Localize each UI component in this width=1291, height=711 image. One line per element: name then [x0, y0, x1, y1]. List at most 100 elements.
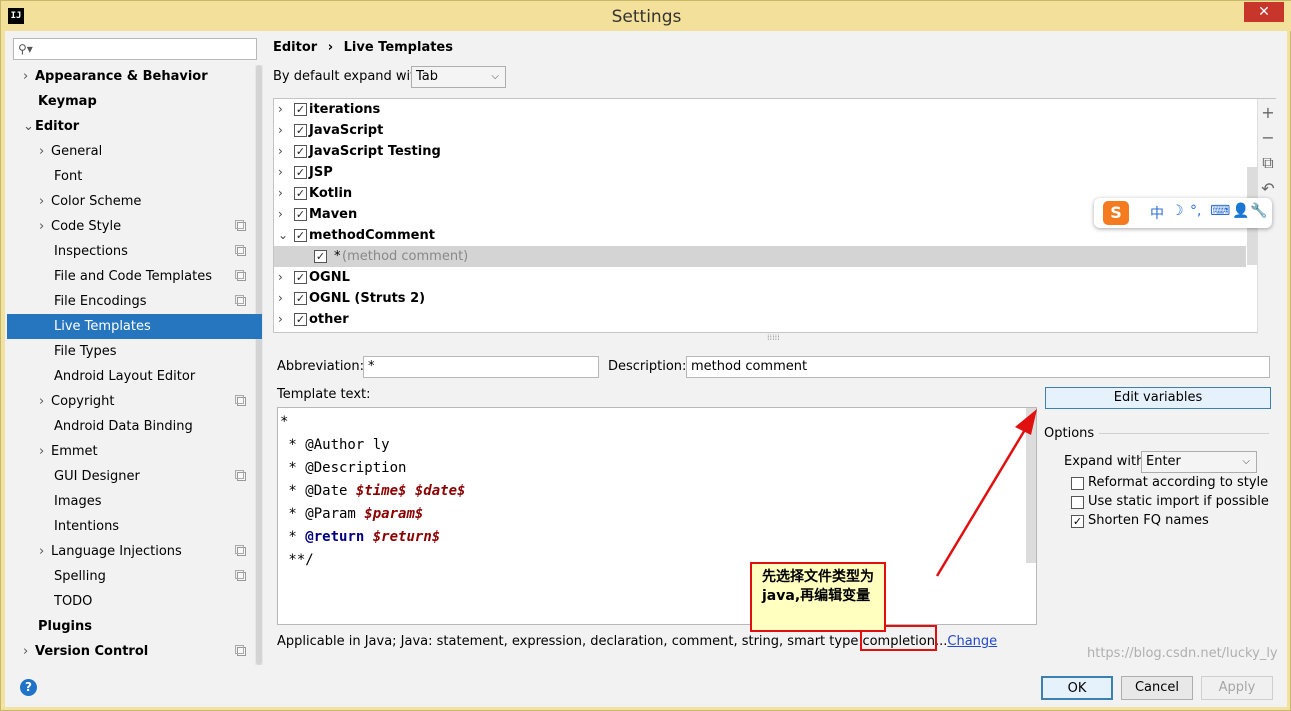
sidebar-item-file-encodings[interactable]: File Encodings: [7, 289, 262, 314]
chevron-right-icon[interactable]: ›: [23, 639, 28, 664]
sidebar-item-file-types[interactable]: File Types: [7, 339, 262, 364]
edit-variables-button[interactable]: Edit variables: [1045, 387, 1271, 409]
apply-button[interactable]: Apply: [1201, 676, 1273, 700]
template-checkbox[interactable]: ✓: [294, 124, 307, 137]
template-group-row[interactable]: › ✓ JavaScript: [274, 120, 1246, 141]
default-expand-value: Tab: [416, 69, 439, 84]
template-checkbox[interactable]: ✓: [294, 145, 307, 158]
sidebar-item-file-and-code-templates[interactable]: File and Code Templates: [7, 264, 262, 289]
template-checkbox[interactable]: ✓: [294, 271, 307, 284]
chevron-right-icon[interactable]: ›: [278, 204, 283, 225]
sidebar-item-spelling[interactable]: Spelling: [7, 564, 262, 589]
chevron-right-icon[interactable]: ›: [39, 189, 44, 214]
project-settings-icon: [235, 270, 246, 281]
template-group-row[interactable]: › ✓ JavaScript Testing: [274, 141, 1246, 162]
restore-icon[interactable]: ↶: [1258, 179, 1278, 198]
sidebar-item-label: File and Code Templates: [54, 269, 212, 284]
sidebar-item-appearance-behavior[interactable]: › Appearance & Behavior: [7, 64, 262, 89]
cancel-button[interactable]: Cancel: [1121, 676, 1193, 700]
sidebar-item-keymap[interactable]: Keymap: [7, 89, 262, 114]
keyboard-icon[interactable]: ⌨: [1210, 203, 1230, 219]
remove-icon[interactable]: −: [1258, 128, 1278, 147]
abbreviation-field[interactable]: *: [363, 356, 599, 378]
sidebar-item-inspections[interactable]: Inspections: [7, 239, 262, 264]
template-checkbox[interactable]: ✓: [314, 250, 327, 263]
sogou-logo-icon[interactable]: S: [1103, 201, 1129, 225]
sidebar-item-code-style[interactable]: › Code Style: [7, 214, 262, 239]
ime-halfwidth-icon[interactable]: ☽: [1171, 203, 1184, 219]
chevron-right-icon[interactable]: ›: [278, 183, 283, 204]
sidebar-item-language-injections[interactable]: › Language Injections: [7, 539, 262, 564]
reformat-checkbox[interactable]: [1071, 477, 1084, 490]
template-group-row[interactable]: ⌄ ✓ methodComment: [274, 225, 1246, 246]
sidebar-item-android-data-binding[interactable]: Android Data Binding: [7, 414, 262, 439]
template-checkbox[interactable]: ✓: [294, 208, 307, 221]
chevron-right-icon[interactable]: ›: [39, 439, 44, 464]
user-icon[interactable]: 👤: [1232, 203, 1249, 219]
template-checkbox[interactable]: ✓: [294, 166, 307, 179]
chevron-right-icon[interactable]: ›: [39, 214, 44, 239]
chevron-right-icon[interactable]: ›: [278, 309, 283, 330]
chevron-right-icon[interactable]: ›: [39, 139, 44, 164]
settings-sidebar: ⚲▾ › Appearance & Behavior Keymap ⌄ Editor › G…: [7, 31, 264, 665]
chevron-down-icon[interactable]: ⌄: [278, 225, 288, 246]
shorten-fq-checkbox[interactable]: ✓: [1071, 515, 1084, 528]
template-group-row[interactable]: › ✓ other: [274, 309, 1246, 330]
breadcrumb-parent[interactable]: Editor: [273, 40, 317, 55]
template-group-row[interactable]: › ✓ iterations: [274, 99, 1246, 120]
sidebar-item-images[interactable]: Images: [7, 489, 262, 514]
sidebar-item-font[interactable]: Font: [7, 164, 262, 189]
template-row[interactable]: ✓ * (method comment): [274, 246, 1246, 267]
sidebar-item-version-control[interactable]: › Version Control: [7, 639, 262, 664]
expand-with-select[interactable]: Enter ⌵: [1141, 451, 1257, 473]
chevron-right-icon[interactable]: ›: [278, 99, 283, 120]
template-group-row[interactable]: › ✓ OGNL: [274, 267, 1246, 288]
wrench-icon[interactable]: 🔧: [1250, 203, 1267, 219]
sidebar-item-intentions[interactable]: Intentions: [7, 514, 262, 539]
template-text-editor[interactable]: * * @Author ly * @Description * @Date $t…: [277, 407, 1037, 625]
ok-button[interactable]: OK: [1041, 676, 1113, 700]
template-checkbox[interactable]: ✓: [294, 103, 307, 116]
sidebar-item-live-templates[interactable]: Live Templates: [7, 314, 262, 339]
template-checkbox[interactable]: ✓: [294, 313, 307, 326]
ime-punctuation-icon[interactable]: °,: [1190, 203, 1201, 219]
ime-chinese-mode-icon[interactable]: 中: [1150, 203, 1164, 223]
sidebar-item-editor[interactable]: ⌄ Editor: [7, 114, 262, 139]
sidebar-item-gui-designer[interactable]: GUI Designer: [7, 464, 262, 489]
sidebar-item-label: TODO: [54, 594, 93, 609]
template-checkbox[interactable]: ✓: [294, 187, 307, 200]
chevron-right-icon[interactable]: ›: [278, 162, 283, 183]
expand-with-label: Expand with: [1064, 454, 1145, 469]
settings-search-input[interactable]: ⚲▾: [13, 38, 257, 60]
sidebar-item-copyright[interactable]: › Copyright: [7, 389, 262, 414]
sidebar-item-general[interactable]: › General: [7, 139, 262, 164]
chevron-right-icon[interactable]: ›: [23, 64, 28, 89]
sidebar-item-todo[interactable]: TODO: [7, 589, 262, 614]
chevron-right-icon[interactable]: ›: [278, 120, 283, 141]
add-icon[interactable]: +: [1258, 103, 1278, 122]
options-divider: [1099, 433, 1269, 434]
sidebar-item-color-scheme[interactable]: › Color Scheme: [7, 189, 262, 214]
sidebar-item-emmet[interactable]: › Emmet: [7, 439, 262, 464]
splitter-handle[interactable]: ⁞⁞⁞⁞⁞: [767, 333, 780, 342]
chevron-down-icon[interactable]: ⌄: [23, 114, 34, 139]
sidebar-item-android-layout-editor[interactable]: Android Layout Editor: [7, 364, 262, 389]
help-icon[interactable]: ?: [20, 679, 37, 696]
static-import-checkbox[interactable]: [1071, 496, 1084, 509]
change-context-link[interactable]: Change: [947, 634, 997, 649]
template-checkbox[interactable]: ✓: [294, 292, 307, 305]
chevron-right-icon[interactable]: ›: [39, 539, 44, 564]
template-group-row[interactable]: › ✓ JSP: [274, 162, 1246, 183]
chevron-right-icon[interactable]: ›: [39, 389, 44, 414]
close-button[interactable]: ✕: [1244, 2, 1284, 22]
default-expand-select[interactable]: Tab ⌵: [411, 66, 506, 88]
sidebar-item-label: File Types: [54, 344, 117, 359]
template-group-row[interactable]: › ✓ OGNL (Struts 2): [274, 288, 1246, 309]
description-field[interactable]: method comment: [686, 356, 1270, 378]
template-checkbox[interactable]: ✓: [294, 229, 307, 242]
copy-icon[interactable]: ⧉: [1258, 153, 1278, 173]
chevron-right-icon[interactable]: ›: [278, 288, 283, 309]
chevron-right-icon[interactable]: ›: [278, 267, 283, 288]
sidebar-item-plugins[interactable]: Plugins: [7, 614, 262, 639]
chevron-right-icon[interactable]: ›: [278, 141, 283, 162]
